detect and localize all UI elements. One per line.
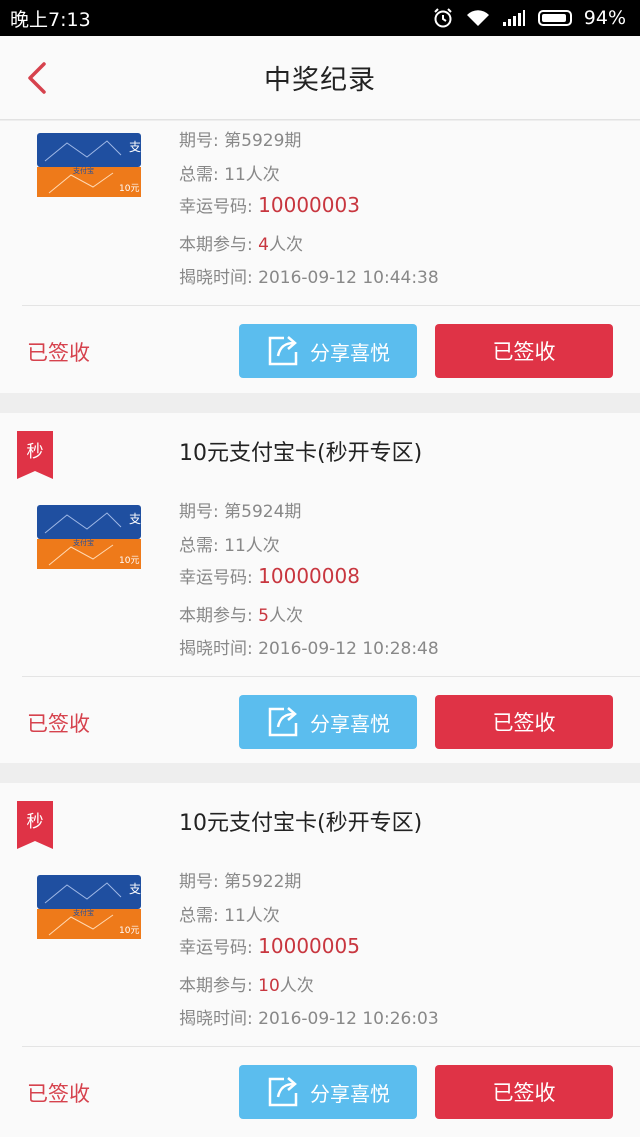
svg-text:10元: 10元 bbox=[119, 926, 139, 936]
lucky-number-row: 幸运号码: 10000003 bbox=[179, 193, 360, 217]
svg-text:支: 支 bbox=[129, 140, 141, 154]
svg-text:支付宝: 支付宝 bbox=[73, 166, 94, 175]
alarm-icon bbox=[432, 7, 454, 29]
card-divider bbox=[22, 676, 640, 677]
record-card: 秒 10元支付宝卡(秒开专区) 支 支付宝 10元 期号: 第5922期 总需:… bbox=[0, 783, 640, 1137]
joined-row: 本期参与: 10人次 bbox=[179, 976, 314, 996]
svg-text:10元: 10元 bbox=[119, 556, 139, 566]
share-button[interactable]: 分享喜悦 bbox=[239, 695, 417, 749]
share-label: 分享喜悦 bbox=[310, 711, 390, 736]
battery-percent: 94% bbox=[583, 7, 626, 29]
signed-button[interactable]: 已签收 bbox=[435, 1065, 613, 1119]
signed-button[interactable]: 已签收 bbox=[435, 695, 613, 749]
page-title: 中奖纪录 bbox=[264, 65, 376, 96]
period-row: 期号: 第5922期 bbox=[179, 872, 302, 892]
product-title[interactable]: 10元支付宝卡(秒开专区) bbox=[179, 805, 422, 837]
svg-text:支付宝: 支付宝 bbox=[73, 538, 94, 547]
battery-level-fill bbox=[541, 14, 567, 22]
card-divider bbox=[22, 305, 640, 306]
svg-text:支: 支 bbox=[129, 512, 141, 526]
header: 中奖纪录 bbox=[0, 36, 640, 120]
wifi-icon bbox=[466, 8, 490, 28]
share-icon bbox=[268, 1077, 298, 1107]
record-list[interactable]: 支 支付宝 10元 期号: 第5929期 总需: 11人次 幸运号码: 1000… bbox=[0, 121, 640, 1137]
alipay-card-image: 支 支付宝 10元 bbox=[37, 505, 141, 569]
chevron-left-icon bbox=[28, 62, 46, 94]
status-time: 晚上7:13 bbox=[10, 8, 91, 31]
reveal-time-row: 揭晓时间: 2016-09-12 10:28:48 bbox=[179, 639, 439, 659]
alipay-card-image: 支 支付宝 10元 bbox=[37, 133, 141, 197]
svg-text:支付宝: 支付宝 bbox=[73, 908, 94, 917]
status-label: 已签收 bbox=[27, 341, 90, 365]
status-label: 已签收 bbox=[27, 712, 90, 736]
lucky-number-row: 幸运号码: 10000008 bbox=[179, 564, 360, 588]
total-row: 总需: 11人次 bbox=[179, 165, 280, 185]
joined-row: 本期参与: 4人次 bbox=[179, 235, 303, 255]
flash-badge: 秒 bbox=[17, 431, 53, 479]
svg-text:支: 支 bbox=[129, 882, 141, 896]
battery-icon bbox=[537, 10, 572, 26]
share-button[interactable]: 分享喜悦 bbox=[239, 1065, 417, 1119]
alipay-card-image: 支 支付宝 10元 bbox=[37, 875, 141, 939]
reveal-time-row: 揭晓时间: 2016-09-12 10:44:38 bbox=[179, 268, 439, 288]
signed-button[interactable]: 已签收 bbox=[435, 324, 613, 378]
total-row: 总需: 11人次 bbox=[179, 906, 280, 926]
card-divider bbox=[22, 1046, 640, 1047]
period-row: 期号: 第5924期 bbox=[179, 502, 302, 522]
joined-row: 本期参与: 5人次 bbox=[179, 606, 303, 626]
product-title[interactable]: 10元支付宝卡(秒开专区) bbox=[179, 435, 422, 467]
flash-badge: 秒 bbox=[17, 801, 53, 849]
signal-icon bbox=[502, 9, 526, 27]
status-label: 已签收 bbox=[27, 1082, 90, 1106]
period-row: 期号: 第5929期 bbox=[179, 131, 302, 151]
lucky-number-row: 幸运号码: 10000005 bbox=[179, 934, 360, 958]
svg-text:10元: 10元 bbox=[119, 184, 139, 194]
record-card: 支 支付宝 10元 期号: 第5929期 总需: 11人次 幸运号码: 1000… bbox=[0, 121, 640, 393]
share-icon bbox=[268, 707, 298, 737]
total-row: 总需: 11人次 bbox=[179, 536, 280, 556]
share-label: 分享喜悦 bbox=[310, 340, 390, 365]
share-button[interactable]: 分享喜悦 bbox=[239, 324, 417, 378]
back-button[interactable] bbox=[20, 56, 54, 100]
status-icons: 94% bbox=[432, 7, 626, 29]
record-card: 秒 10元支付宝卡(秒开专区) 支 支付宝 10元 期号: 第5924期 总需:… bbox=[0, 413, 640, 763]
reveal-time-row: 揭晓时间: 2016-09-12 10:26:03 bbox=[179, 1009, 439, 1029]
status-bar: 晚上7:13 94% bbox=[0, 0, 640, 36]
share-icon bbox=[268, 336, 298, 366]
share-label: 分享喜悦 bbox=[310, 1081, 390, 1106]
